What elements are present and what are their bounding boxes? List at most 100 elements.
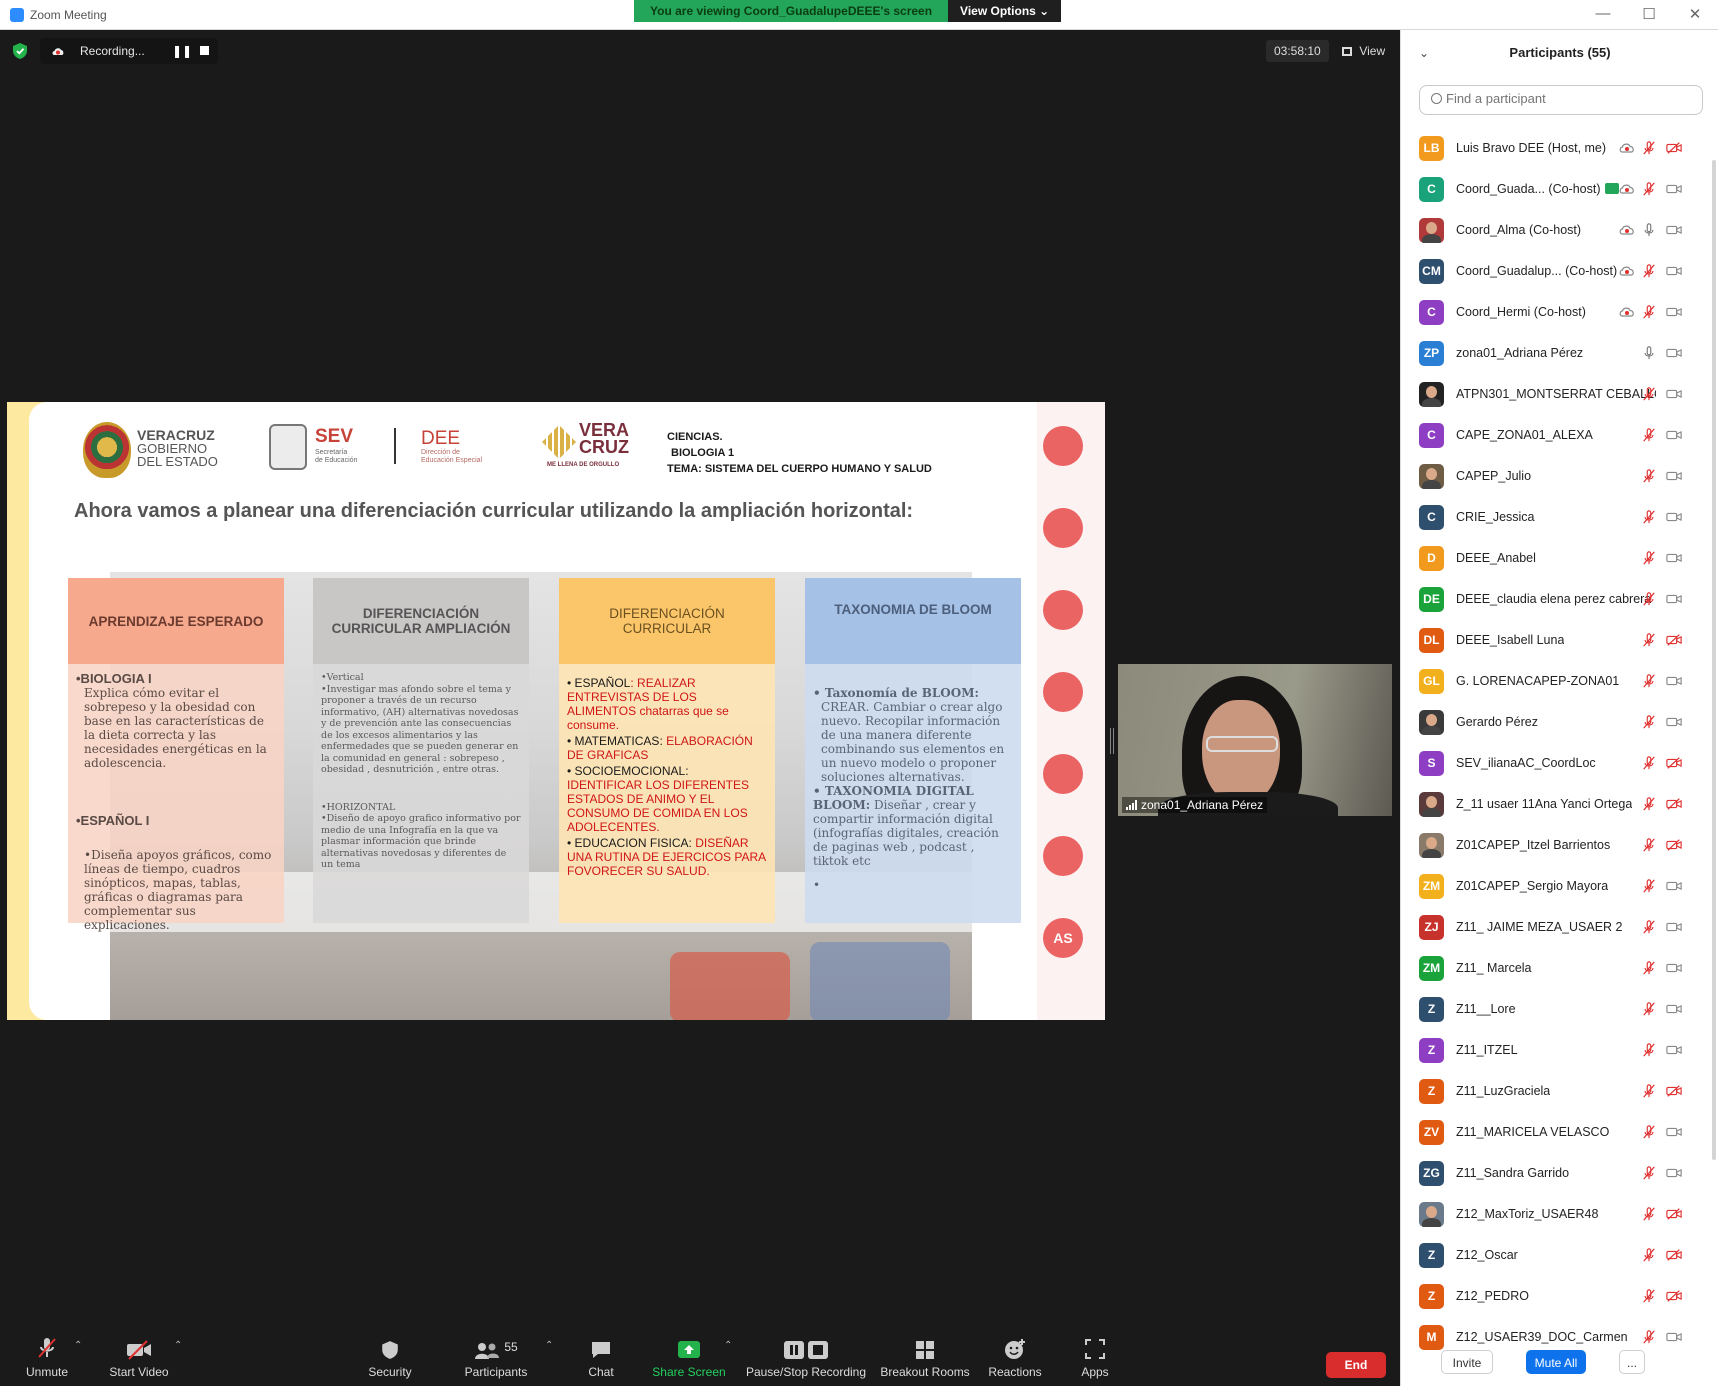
participant-row[interactable]: ZM Z11_ Marcela	[1401, 948, 1718, 989]
muted-microphone-icon[interactable]	[1641, 1166, 1657, 1180]
participants-options-caret-icon[interactable]: ⌃	[545, 1340, 553, 1351]
invite-button[interactable]: Invite	[1441, 1350, 1493, 1374]
video-camera-icon[interactable]	[1666, 346, 1682, 360]
muted-microphone-icon[interactable]	[1641, 1084, 1657, 1098]
video-camera-icon[interactable]	[1666, 305, 1682, 319]
video-camera-icon[interactable]	[1666, 1125, 1682, 1139]
video-camera-icon[interactable]	[1666, 264, 1682, 278]
microphone-icon[interactable]	[1641, 223, 1657, 237]
close-window-button[interactable]: ✕	[1680, 5, 1710, 23]
video-camera-icon[interactable]	[1666, 182, 1682, 196]
participant-row[interactable]: C Coord_Guada... (Co-host)	[1401, 169, 1718, 210]
participant-row[interactable]: Z Z11_LuzGraciela	[1401, 1071, 1718, 1112]
participant-row[interactable]: Z Z11__Lore	[1401, 989, 1718, 1030]
muted-microphone-icon[interactable]	[1641, 920, 1657, 934]
participant-row[interactable]: Z12_MaxToriz_USAER48	[1401, 1194, 1718, 1235]
participant-row[interactable]: Z Z12_Oscar	[1401, 1235, 1718, 1276]
muted-microphone-icon[interactable]	[1641, 633, 1657, 647]
participant-row[interactable]: DE DEEE_claudia elena perez cabrera	[1401, 579, 1718, 620]
participant-row[interactable]: Coord_Alma (Co-host)	[1401, 210, 1718, 251]
muted-microphone-icon[interactable]	[1641, 838, 1657, 852]
more-options-button[interactable]: ...	[1619, 1350, 1645, 1374]
muted-microphone-icon[interactable]	[1641, 961, 1657, 975]
video-camera-icon[interactable]	[1666, 1043, 1682, 1057]
pause-recording-icon[interactable]: ❚❚	[172, 44, 192, 58]
chat-button[interactable]: Chat	[556, 1326, 646, 1386]
view-button[interactable]: View	[1336, 40, 1391, 62]
muted-microphone-icon[interactable]	[1641, 1289, 1657, 1303]
participant-row[interactable]: CM Coord_Guadalup... (Co-host)	[1401, 251, 1718, 292]
participant-row[interactable]: S SEV_ilianaAC_CoordLoc	[1401, 743, 1718, 784]
video-camera-icon[interactable]	[1666, 223, 1682, 237]
apps-button[interactable]: Apps	[1050, 1326, 1140, 1386]
participant-row[interactable]: C Coord_Hermi (Co-host)	[1401, 292, 1718, 333]
resize-handle[interactable]	[1110, 728, 1114, 754]
share-options-caret-icon[interactable]: ⌃	[724, 1340, 732, 1351]
participant-row[interactable]: ZG Z11_Sandra Garrido	[1401, 1153, 1718, 1194]
participant-list-scrollbar[interactable]	[1712, 160, 1716, 1160]
muted-microphone-icon[interactable]	[1641, 1125, 1657, 1139]
start-video-button[interactable]: Start Video	[94, 1326, 184, 1386]
muted-microphone-icon[interactable]	[1641, 1043, 1657, 1057]
muted-microphone-icon[interactable]	[1641, 879, 1657, 893]
video-camera-icon[interactable]	[1666, 428, 1682, 442]
participant-row[interactable]: Z01CAPEP_Itzel Barrientos	[1401, 825, 1718, 866]
muted-microphone-icon[interactable]	[1641, 305, 1657, 319]
muted-microphone-icon[interactable]	[1641, 469, 1657, 483]
participant-search[interactable]	[1419, 85, 1703, 115]
participant-video-thumbnail[interactable]: zona01_Adriana Pérez	[1118, 664, 1392, 816]
muted-microphone-icon[interactable]	[1641, 1248, 1657, 1262]
participant-row[interactable]: ATPN301_MONTSERRAT CEBALLOS	[1401, 374, 1718, 415]
participant-row[interactable]: ZV Z11_MARICELA VELASCO	[1401, 1112, 1718, 1153]
video-off-icon[interactable]	[1666, 1289, 1682, 1303]
muted-microphone-icon[interactable]	[1641, 264, 1657, 278]
participant-row[interactable]: DL DEEE_Isabell Luna	[1401, 620, 1718, 661]
mute-all-button[interactable]: Mute All	[1526, 1350, 1586, 1374]
participant-row[interactable]: CAPEP_Julio	[1401, 456, 1718, 497]
microphone-icon[interactable]	[1641, 346, 1657, 360]
video-off-icon[interactable]	[1666, 756, 1682, 770]
participant-row[interactable]: C CRIE_Jessica	[1401, 497, 1718, 538]
muted-microphone-icon[interactable]	[1641, 551, 1657, 565]
video-off-icon[interactable]	[1666, 141, 1682, 155]
participant-row[interactable]: GL G. LORENACAPEP-ZONA01	[1401, 661, 1718, 702]
minimize-button[interactable]: —	[1588, 5, 1618, 22]
participant-row[interactable]: ZM Z01CAPEP_Sergio Mayora	[1401, 866, 1718, 907]
muted-microphone-icon[interactable]	[1641, 182, 1657, 196]
audio-options-caret-icon[interactable]: ⌃	[74, 1340, 82, 1351]
video-camera-icon[interactable]	[1666, 592, 1682, 606]
pause-stop-recording-button[interactable]: Pause/Stop Recording	[744, 1326, 868, 1386]
video-off-icon[interactable]	[1666, 838, 1682, 852]
muted-microphone-icon[interactable]	[1641, 387, 1657, 401]
video-camera-icon[interactable]	[1666, 1330, 1682, 1344]
video-camera-icon[interactable]	[1666, 920, 1682, 934]
video-off-icon[interactable]	[1666, 633, 1682, 647]
muted-microphone-icon[interactable]	[1641, 1002, 1657, 1016]
muted-microphone-icon[interactable]	[1641, 797, 1657, 811]
reactions-button[interactable]: Reactions	[970, 1326, 1060, 1386]
video-camera-icon[interactable]	[1666, 469, 1682, 483]
video-camera-icon[interactable]	[1666, 715, 1682, 729]
video-camera-icon[interactable]	[1666, 551, 1682, 565]
muted-microphone-icon[interactable]	[1641, 141, 1657, 155]
share-screen-button[interactable]: Share Screen	[644, 1326, 734, 1386]
participant-row[interactable]: C CAPE_ZONA01_ALEXA	[1401, 415, 1718, 456]
video-options-caret-icon[interactable]: ⌃	[174, 1340, 182, 1351]
participant-row[interactable]: Z Z11_ITZEL	[1401, 1030, 1718, 1071]
security-button[interactable]: Security	[345, 1326, 435, 1386]
video-camera-icon[interactable]	[1666, 1002, 1682, 1016]
video-off-icon[interactable]	[1666, 1084, 1682, 1098]
end-meeting-button[interactable]: End	[1326, 1352, 1386, 1378]
muted-microphone-icon[interactable]	[1641, 756, 1657, 770]
muted-microphone-icon[interactable]	[1641, 1207, 1657, 1221]
video-off-icon[interactable]	[1666, 797, 1682, 811]
participant-row[interactable]: ZJ Z11_ JAIME MEZA_USAER 2	[1401, 907, 1718, 948]
video-camera-icon[interactable]	[1666, 510, 1682, 524]
participant-row[interactable]: Gerardo Pérez	[1401, 702, 1718, 743]
security-shield-icon[interactable]	[12, 42, 28, 60]
muted-microphone-icon[interactable]	[1641, 715, 1657, 729]
stop-recording-icon[interactable]	[200, 46, 209, 55]
muted-microphone-icon[interactable]	[1641, 1330, 1657, 1344]
breakout-rooms-button[interactable]: Breakout Rooms	[875, 1326, 975, 1386]
view-options-button[interactable]: View Options ⌄	[948, 0, 1062, 22]
